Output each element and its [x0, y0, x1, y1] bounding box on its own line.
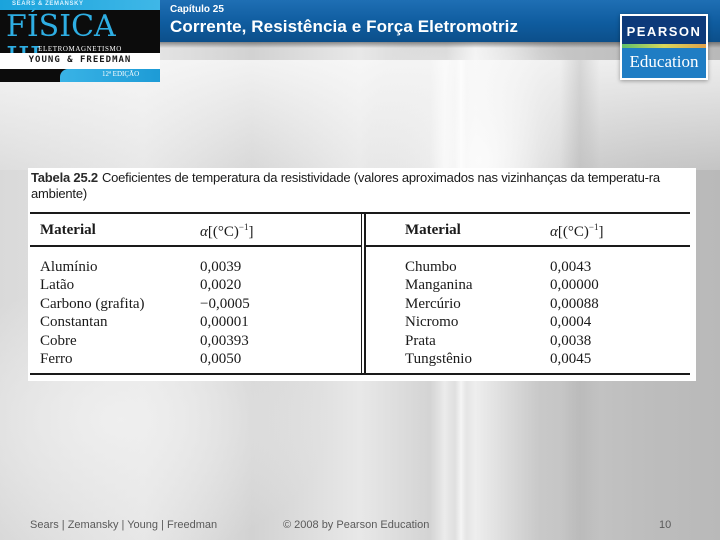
table-header-row: Material α[(°C)−1] [30, 214, 361, 242]
table-right-half: Material α[(°C)−1] Chumbo 0,0043 Manganin… [366, 214, 690, 374]
alpha-cell: 0,00000 [550, 277, 599, 294]
book-logo-subtitle: ELETROMAGNETISMO [38, 45, 122, 53]
table-row: Carbono (grafita) −0,0005 [30, 295, 361, 313]
table-row: Latão 0,0020 [30, 276, 361, 294]
material-cell: Nicromo [405, 314, 459, 331]
table-row: Ferro 0,0050 [30, 350, 361, 368]
material-cell: Chumbo [405, 259, 457, 275]
alpha-cell: 0,00088 [550, 295, 599, 312]
table-row: Cobre 0,00393 [30, 332, 361, 350]
table-row: Mercúrio 0,00088 [366, 295, 690, 313]
slide-number: 10 [659, 519, 672, 531]
table-rows: Alumínio 0,0039 Latão 0,0020 Carbono (graf… [30, 258, 361, 368]
alpha-cell: 0,0004 [550, 314, 592, 331]
table-row: Manganina 0,00000 [366, 276, 690, 294]
pearson-education-logo: PEARSON Education [620, 14, 708, 80]
material-cell: Carbono (grafita) [40, 295, 145, 312]
table-row: Prata 0,0038 [366, 332, 690, 350]
table-header-row: Material α[(°C)−1] [366, 214, 690, 242]
alpha-cell: −0,0005 [200, 295, 250, 312]
column-header-material: Material [40, 222, 96, 238]
alpha-symbol: α [550, 224, 558, 240]
alpha-cell: 0,00001 [200, 314, 249, 331]
table-row: Nicromo 0,0004 [366, 313, 690, 331]
alpha-cell: 0,0039 [200, 259, 242, 275]
alpha-unit: [(°C) [557, 224, 589, 240]
table-header-rule [30, 245, 361, 247]
chapter-label: Capítulo 25 [170, 4, 224, 15]
alpha-close: ] [248, 224, 254, 240]
material-cell: Constantan [40, 314, 108, 331]
table-figure: Tabela 25.2 Coeficientes de temperatura d… [28, 168, 696, 381]
alpha-unit: [(°C) [207, 224, 239, 240]
alpha-cell: 0,0020 [200, 277, 242, 294]
material-cell: Tungstênio [405, 350, 472, 367]
table-left-half: Material α[(°C)−1] Alumínio 0,0039 Latão 0… [30, 214, 361, 374]
pearson-logo-education: Education [629, 52, 699, 71]
alpha-cell: 0,00393 [200, 332, 249, 349]
alpha-cell: 0,0045 [550, 350, 592, 367]
material-cell: Cobre [40, 332, 77, 349]
column-header-material: Material [405, 222, 461, 238]
alpha-cell: 0,0038 [550, 332, 592, 349]
book-logo-edition: 12ª EDIÇÃO [102, 70, 140, 78]
footer-authors: Sears | Zemansky | Young | Freedman [30, 519, 218, 531]
column-header-alpha: α[(°C)−1] [550, 222, 603, 241]
table-bottom-rule [30, 373, 690, 375]
material-cell: Latão [40, 277, 75, 294]
book-logo-authors-small: SEARS & ZEMANSKY [12, 1, 84, 7]
table-rows: Chumbo 0,0043 Manganina 0,00000 Mercúrio 0,… [366, 258, 690, 368]
table-caption-text: Coeficientes de temperatura da resistivi… [31, 170, 660, 201]
table-caption-number: Tabela 25.2 [31, 170, 98, 185]
book-logo-authors: YOUNG & FREEDMAN [28, 55, 132, 65]
alpha-symbol: α [200, 224, 208, 240]
table-header-rule [366, 245, 690, 247]
footer-copyright: © 2008 by Pearson Education [283, 519, 430, 531]
material-cell: Mercúrio [405, 295, 461, 312]
alpha-cell: 0,0050 [200, 350, 242, 367]
column-header-alpha: α[(°C)−1] [200, 222, 253, 241]
book-logo: SEARS & ZEMANSKY FÍSICA III ELETROMAGNET… [0, 0, 160, 82]
table-row: Constantan 0,00001 [30, 313, 361, 331]
pearson-logo-wordmark: PEARSON [626, 24, 702, 39]
material-cell: Prata [405, 332, 436, 349]
alpha-cell: 0,0043 [550, 259, 592, 275]
alpha-close: ] [598, 224, 604, 240]
table-row: Tungstênio 0,0045 [366, 350, 690, 368]
material-cell: Alumínio [40, 259, 98, 275]
material-cell: Ferro [40, 350, 73, 367]
table-caption: Tabela 25.2 Coeficientes de temperatura d… [31, 170, 691, 202]
material-cell: Manganina [405, 277, 473, 294]
table-row: Alumínio 0,0039 [30, 258, 361, 276]
chapter-title: Corrente, Resistência e Força Eletromotr… [170, 17, 519, 36]
table-row: Chumbo 0,0043 [366, 258, 690, 276]
